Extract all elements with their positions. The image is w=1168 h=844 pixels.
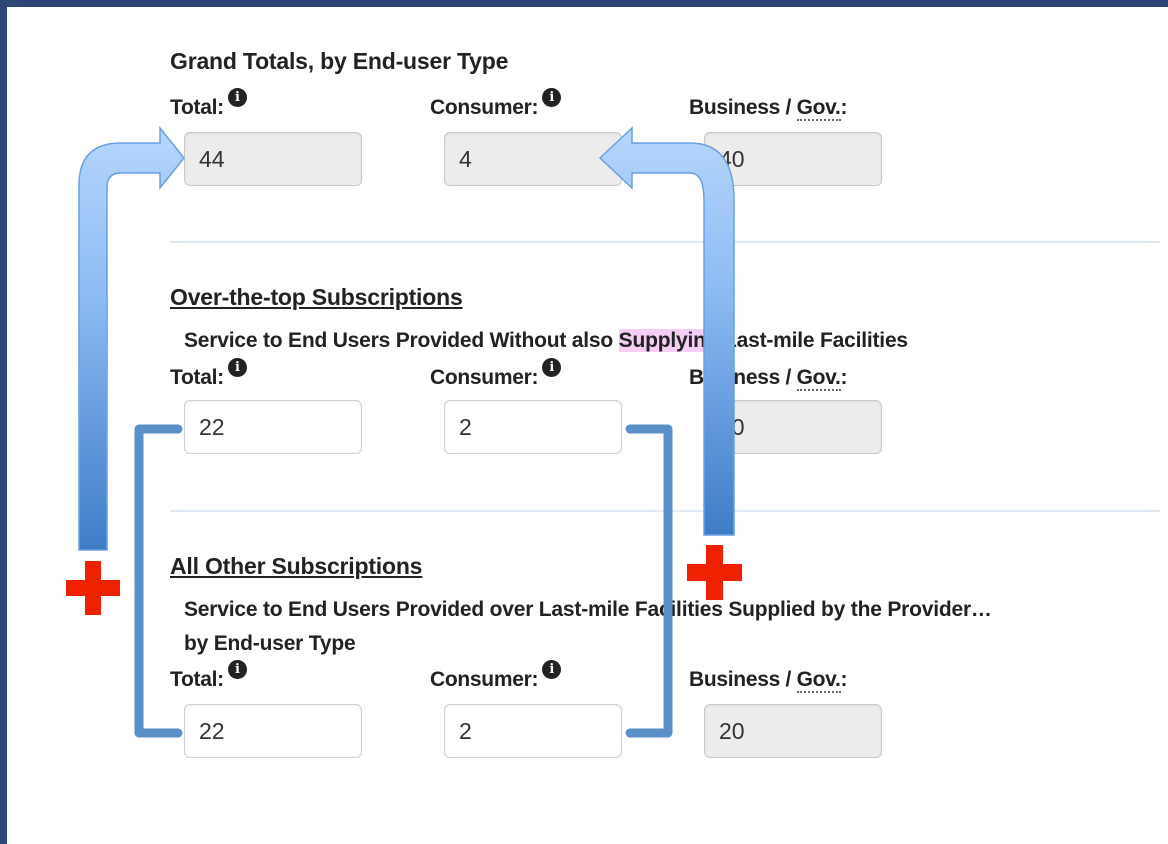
info-icon[interactable]: i — [227, 358, 247, 377]
other-total-label: Total: i — [170, 660, 247, 692]
other-heading: All Other Subscriptions — [170, 553, 423, 579]
other-business-field: 20 — [704, 704, 882, 758]
ott-business-label: Business / Gov.: — [689, 366, 848, 391]
other-consumer-input[interactable]: 2 — [444, 704, 622, 758]
gov-abbreviation[interactable]: Gov. — [796, 96, 841, 121]
info-icon[interactable]: i — [542, 358, 562, 377]
grand-consumer-field: 4 — [444, 132, 622, 186]
grand-total-label: Total: i — [170, 88, 247, 120]
ott-desc-post: Last-mile Facilities — [718, 329, 908, 352]
ott-consumer-input[interactable]: 2 — [444, 400, 622, 454]
other-business-label: Business / Gov.: — [689, 668, 848, 693]
gov-abbreviation[interactable]: Gov. — [796, 668, 841, 693]
info-icon[interactable]: i — [227, 88, 247, 107]
grand-business-field: 40 — [704, 132, 882, 186]
ott-description: Service to End Users Provided Without al… — [184, 329, 908, 353]
other-consumer-label: Consumer: i — [430, 660, 562, 692]
other-business-label-post: : — [840, 668, 848, 691]
ott-business-label-pre: Business / — [689, 366, 797, 389]
other-total-label-text: Total: — [170, 668, 224, 691]
section-divider — [170, 241, 1160, 243]
info-icon[interactable]: i — [542, 88, 562, 107]
grand-business-label-pre: Business / — [689, 96, 797, 119]
other-description-line2: by End-user Type — [184, 632, 356, 655]
ott-total-label: Total: i — [170, 358, 247, 390]
ott-desc-highlight: Supplying — [618, 329, 719, 352]
grand-business-label: Business / Gov.: — [689, 96, 848, 121]
ott-total-input[interactable]: 22 — [184, 400, 362, 454]
section-divider — [170, 510, 1160, 512]
ott-business-field: 20 — [704, 400, 882, 454]
grand-consumer-label-text: Consumer: — [430, 96, 539, 119]
ott-business-label-post: : — [840, 366, 848, 389]
grand-totals-heading: Grand Totals, by End-user Type — [170, 48, 509, 74]
grand-consumer-label: Consumer: i — [430, 88, 562, 120]
info-icon[interactable]: i — [542, 660, 562, 679]
grand-business-label-post: : — [840, 96, 848, 119]
ott-desc-pre: Service to End Users Provided Without al… — [184, 329, 619, 352]
gov-abbreviation[interactable]: Gov. — [796, 366, 841, 391]
ott-consumer-label: Consumer: i — [430, 358, 562, 390]
ott-total-label-text: Total: — [170, 366, 224, 389]
other-consumer-label-text: Consumer: — [430, 668, 539, 691]
ott-heading: Over-the-top Subscriptions — [170, 284, 463, 310]
other-total-input[interactable]: 22 — [184, 704, 362, 758]
grand-total-label-text: Total: — [170, 96, 224, 119]
grand-total-field: 44 — [184, 132, 362, 186]
other-business-label-pre: Business / — [689, 668, 797, 691]
info-icon[interactable]: i — [227, 660, 247, 679]
ott-consumer-label-text: Consumer: — [430, 366, 539, 389]
other-description-line1: Service to End Users Provided over Last-… — [184, 598, 992, 621]
